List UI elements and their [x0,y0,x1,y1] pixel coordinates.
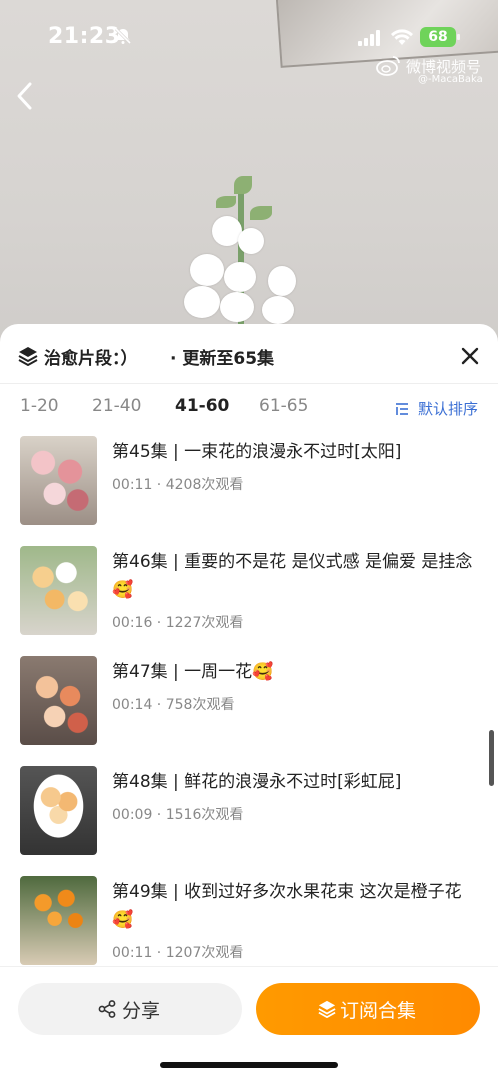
flower-petal [184,286,220,318]
close-icon[interactable] [460,346,480,366]
episode-meta: 00:11 · 4208次观看 [112,477,244,493]
weibo-icon [376,56,400,76]
episode-item[interactable]: 第45集 | 一束花的浪漫永不过时[太阳] 00:11 · 4208次观看 [0,436,498,536]
flower-petal [220,292,254,322]
episode-views: 4208次观看 [165,477,244,493]
flower-petal [238,228,264,254]
home-indicator[interactable] [160,1062,338,1068]
range-tab-active[interactable]: 41-60 [175,396,229,416]
flower-petal [190,254,224,286]
episode-title: 第48集 | 鲜花的浪漫永不过时[彩虹屁] [112,772,402,792]
episode-thumbnail [20,546,97,635]
layers-icon [318,1000,336,1018]
share-label: 分享 [122,1000,161,1022]
back-icon[interactable] [14,80,38,112]
signal-icon [358,30,380,46]
layers-icon [18,347,38,366]
wifi-icon [391,29,413,45]
episode-views: 1227次观看 [165,615,244,631]
subscribe-button[interactable]: 订阅合集 [256,983,480,1035]
episode-title: 第46集 | 重要的不是花 是仪式感 是偏爱 是挂念🥰 [112,552,473,600]
battery-icon: 68 [420,27,460,47]
episode-meta: 00:09 · 1516次观看 [112,807,244,823]
flower-leaf [234,176,252,194]
bell-off-icon [114,27,132,45]
scrollbar[interactable] [489,730,494,786]
flower-petal [224,262,256,292]
update-status: · 更新至65集 [170,349,275,369]
episode-title: 第49集 | 收到过好多次水果花束 这次是橙子花🥰 [112,882,462,930]
range-tab[interactable]: 21-40 [92,396,141,416]
status-time: 21:23 [48,24,121,49]
episode-thumbnail [20,436,97,525]
watermark-user: @-MacaBaka [418,74,483,85]
sort-icon[interactable] [394,401,410,417]
episode-views: 1516次观看 [165,807,244,823]
flower-petal [268,266,296,296]
collection-title: 治愈片段：） [44,349,138,369]
range-tab[interactable]: 1-20 [20,396,59,416]
flower-leaf [250,206,272,220]
episode-item[interactable]: 第48集 | 鲜花的浪漫永不过时[彩虹屁] 00:09 · 1516次观看 [0,766,498,866]
episode-thumbnail [20,766,97,855]
episode-duration: 00:11 [112,945,153,961]
episode-thumbnail [20,656,97,745]
episode-title: 第45集 | 一束花的浪漫永不过时[太阳] [112,442,402,462]
share-icon [98,1000,116,1018]
episode-item[interactable]: 第47集 | 一周一花🥰 00:14 · 758次观看 [0,656,498,756]
subscribe-label: 订阅合集 [340,1000,417,1022]
share-button[interactable]: 分享 [18,983,242,1035]
sort-button[interactable]: 默认排序 [418,398,478,419]
episode-duration: 00:09 [112,807,153,823]
episode-item[interactable]: 第46集 | 重要的不是花 是仪式感 是偏爱 是挂念🥰 00:16 · 1227… [0,546,498,646]
range-tabs: 1-20 21-40 41-60 61-65 默认排序 [0,396,498,426]
episode-meta: 00:11 · 1207次观看 [112,945,244,961]
episode-thumbnail [20,876,97,965]
episode-item[interactable]: 第49集 | 收到过好多次水果花束 这次是橙子花🥰 00:11 · 1207次观… [0,876,498,976]
episode-title: 第47集 | 一周一花🥰 [112,662,274,682]
episode-meta: 00:14 · 758次观看 [112,697,235,713]
episode-duration: 00:14 [112,697,153,713]
flower-leaf [216,196,236,208]
episode-views: 1207次观看 [165,945,244,961]
episode-meta: 00:16 · 1227次观看 [112,615,244,631]
episode-views: 758次观看 [165,697,235,713]
episode-duration: 00:16 [112,615,153,631]
range-tab[interactable]: 61-65 [259,396,308,416]
sheet-header: 治愈片段：） · 更新至65集 [0,324,498,384]
episode-duration: 00:11 [112,477,153,493]
flower-petal [262,296,294,324]
